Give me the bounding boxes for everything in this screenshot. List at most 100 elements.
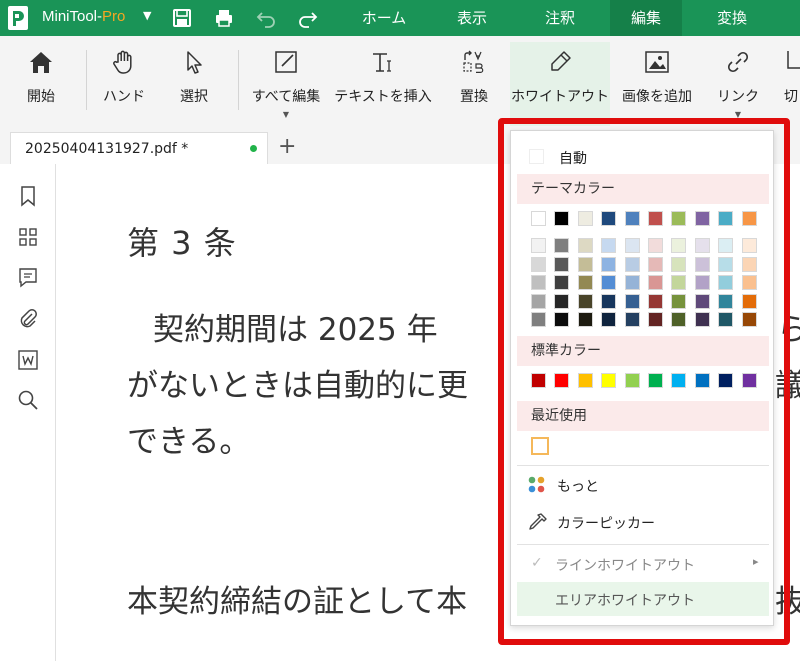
comment-icon[interactable] (16, 265, 40, 289)
standard-color-swatch[interactable] (531, 373, 546, 388)
bookmark-icon[interactable] (16, 184, 40, 208)
menu-tab-home[interactable]: ホーム (352, 0, 416, 36)
ribbon-start-button[interactable]: 開始 (14, 42, 68, 126)
theme-shade-swatch[interactable] (624, 238, 640, 253)
auto-color-option[interactable]: 自動 (511, 145, 773, 171)
standard-color-swatch[interactable] (601, 373, 617, 388)
theme-shade-swatch[interactable] (577, 256, 593, 272)
theme-shade-swatch[interactable] (624, 275, 640, 290)
theme-shade-swatch[interactable] (577, 238, 593, 253)
ribbon-link-button[interactable]: リンク ▼ (712, 42, 764, 126)
print-icon[interactable] (214, 8, 234, 28)
ribbon-add-image-button[interactable]: 画像を追加 (614, 42, 700, 126)
theme-shade-swatch[interactable] (531, 238, 546, 253)
theme-shade-swatch[interactable] (531, 293, 546, 309)
more-colors-option[interactable]: もっと (511, 470, 773, 500)
theme-shade-swatch[interactable] (671, 275, 687, 290)
standard-color-swatch[interactable] (718, 373, 734, 388)
standard-color-swatch[interactable] (577, 373, 593, 388)
theme-shade-swatch[interactable] (531, 275, 546, 290)
theme-shade-swatch[interactable] (601, 256, 617, 272)
theme-shade-swatch[interactable] (741, 275, 757, 290)
standard-color-swatch[interactable] (671, 373, 687, 388)
standard-color-swatch[interactable] (554, 373, 570, 388)
undo-icon[interactable] (256, 8, 276, 28)
line-whiteout-option[interactable]: ✓ ラインホワイトアウト ▸ (511, 549, 773, 579)
theme-shade-swatch[interactable] (741, 256, 757, 272)
search-icon[interactable] (16, 388, 40, 412)
theme-shade-swatch[interactable] (694, 293, 710, 309)
theme-shade-swatch[interactable] (554, 275, 570, 290)
theme-shade-swatch[interactable] (601, 293, 617, 309)
standard-color-swatch[interactable] (624, 373, 640, 388)
theme-shade-swatch[interactable] (671, 238, 687, 253)
menu-tab-annotate[interactable]: 注釈 (528, 0, 592, 36)
theme-shade-swatch[interactable] (554, 293, 570, 309)
theme-shade-swatch[interactable] (648, 256, 663, 272)
thumbnails-icon[interactable] (16, 225, 40, 249)
theme-color-swatch[interactable] (741, 211, 757, 226)
theme-shade-swatch[interactable] (718, 238, 734, 253)
ribbon-crop-button[interactable]: 切 (778, 42, 800, 126)
word-convert-icon[interactable] (16, 348, 40, 372)
theme-shade-swatch[interactable] (741, 312, 757, 327)
theme-shade-swatch[interactable] (624, 293, 640, 309)
theme-shade-swatch[interactable] (577, 293, 593, 309)
ribbon-hand-button[interactable]: ハンド (96, 42, 152, 126)
theme-shade-swatch[interactable] (718, 312, 734, 327)
theme-shade-swatch[interactable] (694, 256, 710, 272)
theme-shade-swatch[interactable] (741, 293, 757, 309)
theme-shade-swatch[interactable] (531, 256, 546, 272)
theme-shade-swatch[interactable] (671, 256, 687, 272)
theme-shade-swatch[interactable] (601, 238, 617, 253)
theme-shade-swatch[interactable] (648, 293, 663, 309)
add-tab-button[interactable]: + (278, 134, 296, 159)
theme-color-swatch[interactable] (601, 211, 617, 226)
theme-shade-swatch[interactable] (554, 256, 570, 272)
menu-tab-edit[interactable]: 編集 (610, 0, 682, 36)
redo-icon[interactable] (298, 8, 318, 28)
standard-color-swatch[interactable] (694, 373, 710, 388)
theme-shade-swatch[interactable] (624, 312, 640, 327)
theme-shade-swatch[interactable] (648, 312, 663, 327)
theme-shade-swatch[interactable] (718, 293, 734, 309)
theme-shade-swatch[interactable] (554, 312, 570, 327)
area-whiteout-option[interactable]: エリアホワイトアウト (517, 582, 769, 616)
ribbon-select-button[interactable]: 選択 (166, 42, 222, 126)
theme-shade-swatch[interactable] (554, 238, 570, 253)
theme-shade-swatch[interactable] (741, 238, 757, 253)
document-tab[interactable]: 20250404131927.pdf * (10, 132, 268, 164)
theme-shade-swatch[interactable] (601, 312, 617, 327)
save-icon[interactable] (172, 8, 192, 28)
ribbon-insert-text-button[interactable]: テキストを挿入 (334, 42, 432, 126)
menu-tab-view[interactable]: 表示 (440, 0, 504, 36)
theme-shade-swatch[interactable] (577, 275, 593, 290)
theme-shade-swatch[interactable] (718, 275, 734, 290)
theme-color-swatch[interactable] (671, 211, 687, 226)
standard-color-swatch[interactable] (741, 373, 757, 388)
theme-color-swatch[interactable] (624, 211, 640, 226)
theme-shade-swatch[interactable] (694, 312, 710, 327)
theme-shade-swatch[interactable] (577, 312, 593, 327)
theme-color-swatch[interactable] (718, 211, 734, 226)
ribbon-edit-all-button[interactable]: すべて編集 ▼ (246, 42, 326, 126)
theme-shade-swatch[interactable] (671, 312, 687, 327)
attachment-icon[interactable] (16, 307, 40, 331)
theme-shade-swatch[interactable] (531, 312, 546, 327)
app-menu-dropdown-icon[interactable]: ▼ (143, 9, 151, 22)
theme-shade-swatch[interactable] (601, 275, 617, 290)
menu-tab-convert[interactable]: 変換 (700, 0, 764, 36)
theme-shade-swatch[interactable] (694, 275, 710, 290)
theme-shade-swatch[interactable] (648, 238, 663, 253)
ribbon-replace-button[interactable]: 置換 (446, 42, 502, 126)
theme-shade-swatch[interactable] (694, 238, 710, 253)
theme-shade-swatch[interactable] (648, 275, 663, 290)
recent-color-swatch[interactable] (531, 437, 549, 455)
theme-color-swatch[interactable] (577, 211, 593, 226)
theme-shade-swatch[interactable] (718, 256, 734, 272)
theme-color-swatch[interactable] (531, 211, 546, 226)
theme-color-swatch[interactable] (694, 211, 710, 226)
theme-shade-swatch[interactable] (671, 293, 687, 309)
color-picker-option[interactable]: カラーピッカー (511, 507, 773, 537)
standard-color-swatch[interactable] (648, 373, 663, 388)
